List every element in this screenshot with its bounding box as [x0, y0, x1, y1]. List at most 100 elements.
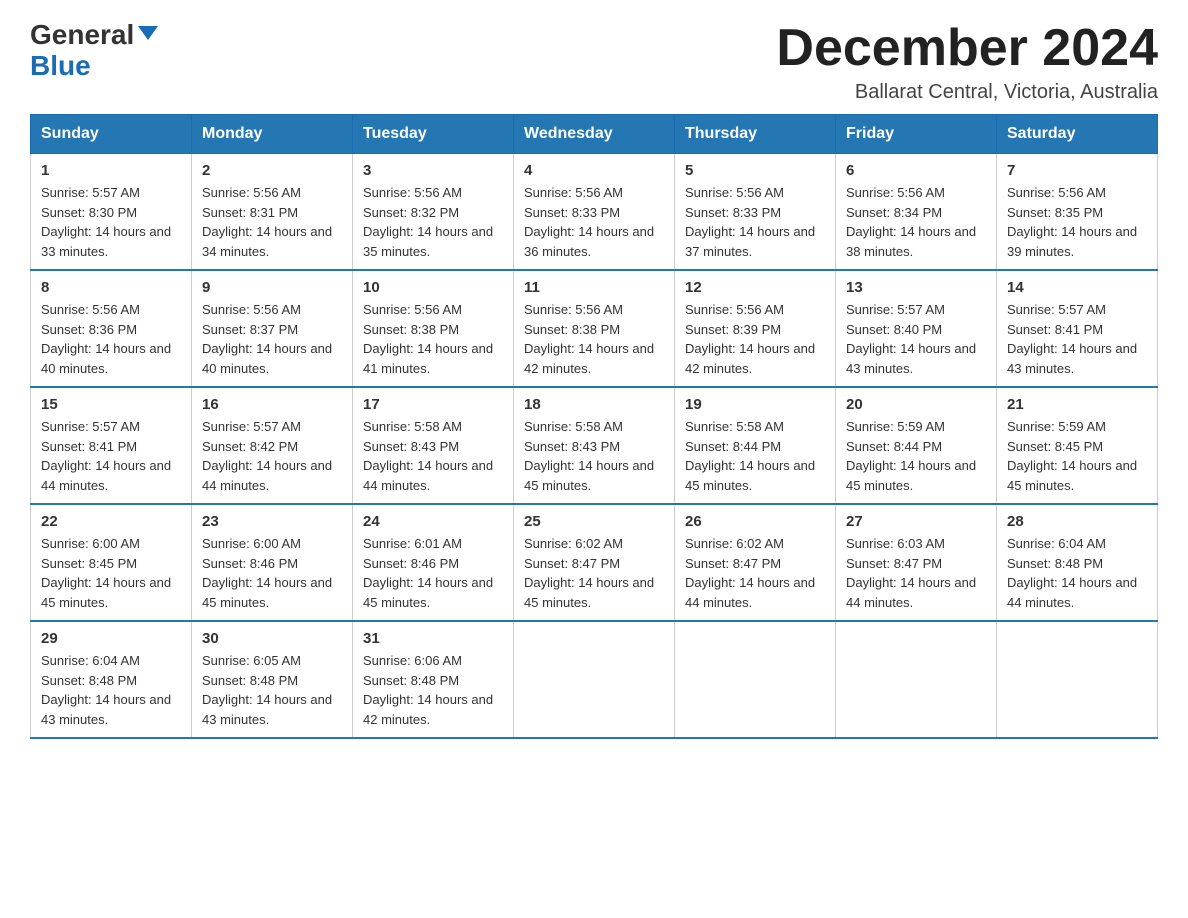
sunset-label: Sunset: 8:38 PM [363, 322, 459, 337]
weekday-header-wednesday: Wednesday [514, 115, 675, 154]
sunrise-label: Sunrise: 5:56 AM [202, 302, 301, 317]
day-info: Sunrise: 5:57 AM Sunset: 8:40 PM Dayligh… [846, 300, 986, 378]
sunrise-label: Sunrise: 5:57 AM [202, 419, 301, 434]
day-number: 26 [685, 513, 825, 530]
sunrise-label: Sunrise: 6:04 AM [41, 653, 140, 668]
calendar-cell: 28 Sunrise: 6:04 AM Sunset: 8:48 PM Dayl… [997, 504, 1158, 621]
sunset-label: Sunset: 8:32 PM [363, 205, 459, 220]
sunset-label: Sunset: 8:47 PM [846, 556, 942, 571]
sunset-label: Sunset: 8:44 PM [685, 439, 781, 454]
sunrise-label: Sunrise: 6:04 AM [1007, 536, 1106, 551]
sunrise-label: Sunrise: 5:56 AM [202, 185, 301, 200]
day-number: 20 [846, 396, 986, 413]
calendar-cell: 27 Sunrise: 6:03 AM Sunset: 8:47 PM Dayl… [836, 504, 997, 621]
daylight-label: Daylight: 14 hours and 45 minutes. [524, 575, 654, 610]
day-info: Sunrise: 5:56 AM Sunset: 8:38 PM Dayligh… [363, 300, 503, 378]
sunrise-label: Sunrise: 5:56 AM [363, 185, 462, 200]
day-info: Sunrise: 6:04 AM Sunset: 8:48 PM Dayligh… [1007, 534, 1147, 612]
sunset-label: Sunset: 8:39 PM [685, 322, 781, 337]
calendar-week-5: 29 Sunrise: 6:04 AM Sunset: 8:48 PM Dayl… [31, 621, 1158, 738]
calendar-cell: 20 Sunrise: 5:59 AM Sunset: 8:44 PM Dayl… [836, 387, 997, 504]
weekday-header-thursday: Thursday [675, 115, 836, 154]
day-info: Sunrise: 5:56 AM Sunset: 8:36 PM Dayligh… [41, 300, 181, 378]
sunrise-label: Sunrise: 5:59 AM [846, 419, 945, 434]
sunrise-label: Sunrise: 5:56 AM [363, 302, 462, 317]
logo-blue-text: Blue [30, 51, 91, 82]
page-header: General Blue December 2024 Ballarat Cent… [30, 20, 1158, 104]
daylight-label: Daylight: 14 hours and 42 minutes. [524, 341, 654, 376]
calendar-header: SundayMondayTuesdayWednesdayThursdayFrid… [31, 115, 1158, 154]
day-number: 15 [41, 396, 181, 413]
daylight-label: Daylight: 14 hours and 40 minutes. [202, 341, 332, 376]
sunrise-label: Sunrise: 6:06 AM [363, 653, 462, 668]
day-number: 18 [524, 396, 664, 413]
sunrise-label: Sunrise: 6:00 AM [41, 536, 140, 551]
daylight-label: Daylight: 14 hours and 44 minutes. [202, 458, 332, 493]
day-number: 12 [685, 279, 825, 296]
daylight-label: Daylight: 14 hours and 39 minutes. [1007, 224, 1137, 259]
day-info: Sunrise: 5:57 AM Sunset: 8:41 PM Dayligh… [1007, 300, 1147, 378]
calendar-cell: 17 Sunrise: 5:58 AM Sunset: 8:43 PM Dayl… [353, 387, 514, 504]
day-number: 11 [524, 279, 664, 296]
calendar-cell: 3 Sunrise: 5:56 AM Sunset: 8:32 PM Dayli… [353, 154, 514, 271]
sunrise-label: Sunrise: 6:02 AM [685, 536, 784, 551]
day-info: Sunrise: 5:56 AM Sunset: 8:32 PM Dayligh… [363, 183, 503, 261]
weekday-header-saturday: Saturday [997, 115, 1158, 154]
sunset-label: Sunset: 8:44 PM [846, 439, 942, 454]
calendar-cell: 29 Sunrise: 6:04 AM Sunset: 8:48 PM Dayl… [31, 621, 192, 738]
day-info: Sunrise: 5:57 AM Sunset: 8:42 PM Dayligh… [202, 417, 342, 495]
sunset-label: Sunset: 8:46 PM [202, 556, 298, 571]
day-info: Sunrise: 5:56 AM Sunset: 8:35 PM Dayligh… [1007, 183, 1147, 261]
day-info: Sunrise: 5:59 AM Sunset: 8:44 PM Dayligh… [846, 417, 986, 495]
day-info: Sunrise: 6:00 AM Sunset: 8:45 PM Dayligh… [41, 534, 181, 612]
logo-triangle-icon [138, 26, 158, 40]
daylight-label: Daylight: 14 hours and 43 minutes. [1007, 341, 1137, 376]
calendar-cell [836, 621, 997, 738]
day-number: 19 [685, 396, 825, 413]
daylight-label: Daylight: 14 hours and 44 minutes. [363, 458, 493, 493]
day-number: 10 [363, 279, 503, 296]
calendar-cell: 22 Sunrise: 6:00 AM Sunset: 8:45 PM Dayl… [31, 504, 192, 621]
day-number: 31 [363, 630, 503, 647]
calendar-cell: 13 Sunrise: 5:57 AM Sunset: 8:40 PM Dayl… [836, 270, 997, 387]
logo: General Blue [30, 20, 158, 82]
day-info: Sunrise: 6:03 AM Sunset: 8:47 PM Dayligh… [846, 534, 986, 612]
sunset-label: Sunset: 8:48 PM [41, 673, 137, 688]
day-info: Sunrise: 6:01 AM Sunset: 8:46 PM Dayligh… [363, 534, 503, 612]
logo-general-text: General [30, 20, 134, 51]
day-number: 7 [1007, 162, 1147, 179]
sunset-label: Sunset: 8:33 PM [524, 205, 620, 220]
calendar-cell: 24 Sunrise: 6:01 AM Sunset: 8:46 PM Dayl… [353, 504, 514, 621]
calendar-cell [675, 621, 836, 738]
daylight-label: Daylight: 14 hours and 33 minutes. [41, 224, 171, 259]
daylight-label: Daylight: 14 hours and 40 minutes. [41, 341, 171, 376]
sunset-label: Sunset: 8:40 PM [846, 322, 942, 337]
day-number: 6 [846, 162, 986, 179]
sunrise-label: Sunrise: 6:05 AM [202, 653, 301, 668]
calendar-week-2: 8 Sunrise: 5:56 AM Sunset: 8:36 PM Dayli… [31, 270, 1158, 387]
daylight-label: Daylight: 14 hours and 45 minutes. [202, 575, 332, 610]
daylight-label: Daylight: 14 hours and 44 minutes. [685, 575, 815, 610]
daylight-label: Daylight: 14 hours and 36 minutes. [524, 224, 654, 259]
sunset-label: Sunset: 8:43 PM [363, 439, 459, 454]
sunrise-label: Sunrise: 5:56 AM [685, 185, 784, 200]
sunrise-label: Sunrise: 5:58 AM [363, 419, 462, 434]
daylight-label: Daylight: 14 hours and 34 minutes. [202, 224, 332, 259]
day-info: Sunrise: 5:56 AM Sunset: 8:39 PM Dayligh… [685, 300, 825, 378]
sunset-label: Sunset: 8:34 PM [846, 205, 942, 220]
day-number: 9 [202, 279, 342, 296]
sunrise-label: Sunrise: 5:58 AM [685, 419, 784, 434]
day-info: Sunrise: 5:57 AM Sunset: 8:41 PM Dayligh… [41, 417, 181, 495]
sunset-label: Sunset: 8:48 PM [1007, 556, 1103, 571]
day-info: Sunrise: 6:02 AM Sunset: 8:47 PM Dayligh… [524, 534, 664, 612]
daylight-label: Daylight: 14 hours and 45 minutes. [363, 575, 493, 610]
day-number: 17 [363, 396, 503, 413]
daylight-label: Daylight: 14 hours and 45 minutes. [524, 458, 654, 493]
title-section: December 2024 Ballarat Central, Victoria… [776, 20, 1158, 104]
calendar-cell: 30 Sunrise: 6:05 AM Sunset: 8:48 PM Dayl… [192, 621, 353, 738]
sunset-label: Sunset: 8:36 PM [41, 322, 137, 337]
day-info: Sunrise: 5:56 AM Sunset: 8:31 PM Dayligh… [202, 183, 342, 261]
calendar-cell: 9 Sunrise: 5:56 AM Sunset: 8:37 PM Dayli… [192, 270, 353, 387]
day-info: Sunrise: 5:58 AM Sunset: 8:43 PM Dayligh… [363, 417, 503, 495]
day-number: 13 [846, 279, 986, 296]
